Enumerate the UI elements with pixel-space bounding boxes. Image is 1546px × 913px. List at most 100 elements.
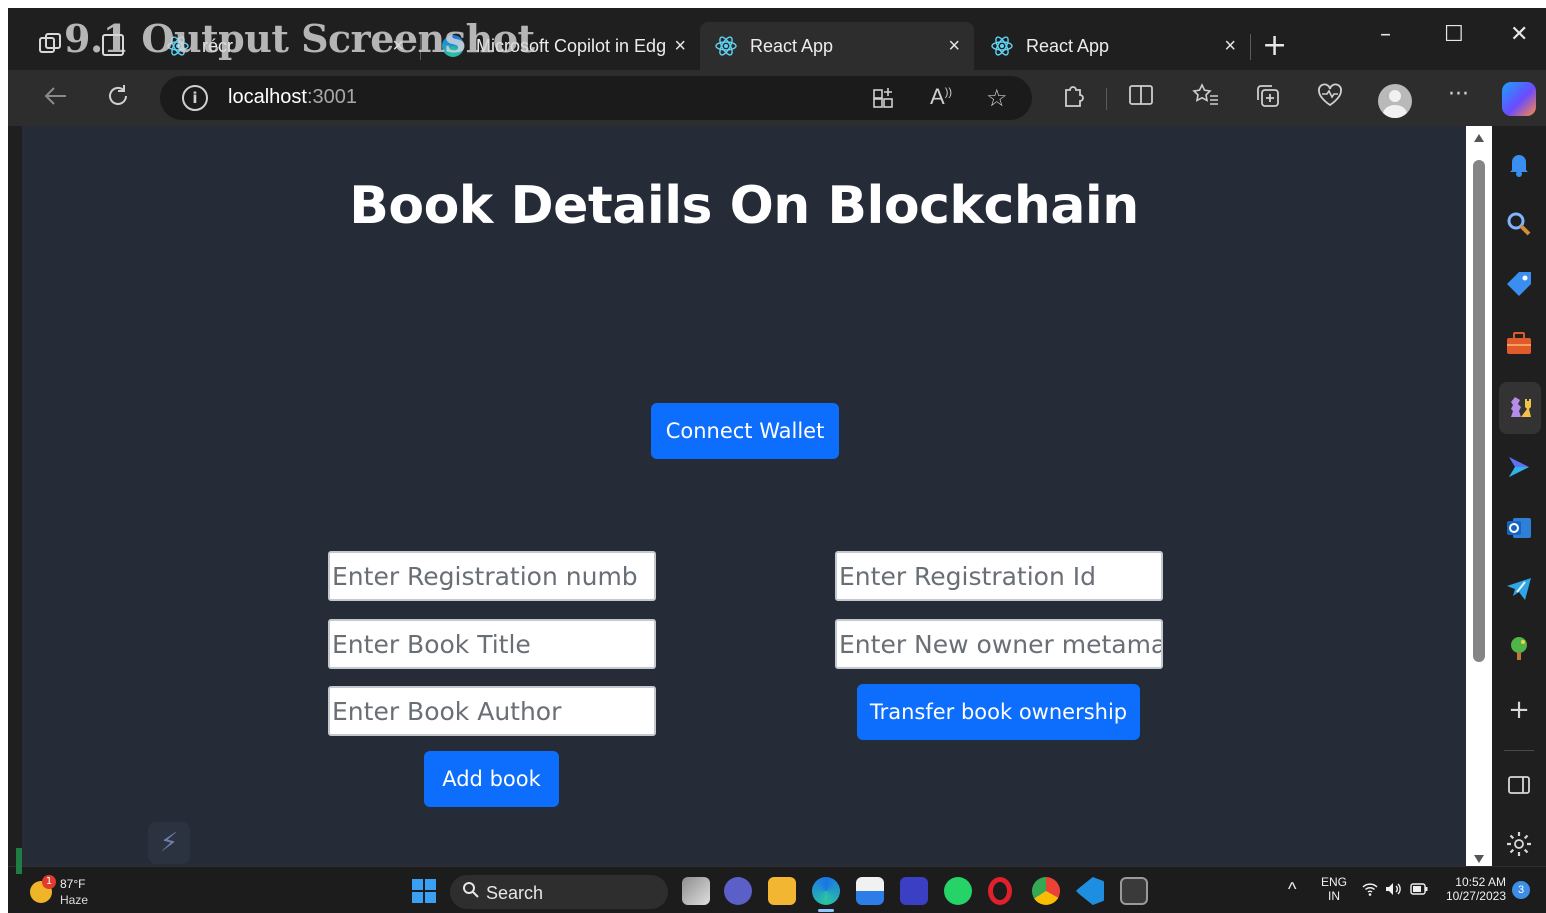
tab-strip: récr × Microsoft Copilot in Edg × React …: [8, 8, 1546, 70]
tab-close-icon[interactable]: ×: [948, 35, 960, 58]
tab-react-app[interactable]: React App ×: [976, 22, 1250, 70]
read-aloud-icon[interactable]: A)): [930, 84, 952, 110]
gear-icon[interactable]: [1503, 828, 1535, 860]
registration-number-input[interactable]: [328, 551, 656, 601]
sidebar-separator: [1504, 750, 1534, 751]
lightning-bolt-icon[interactable]: ⚡: [148, 822, 190, 864]
system-clock[interactable]: 10:52 AM 10/27/2023: [1438, 875, 1506, 903]
teams-chat-icon[interactable]: [724, 877, 752, 905]
file-explorer-icon[interactable]: [768, 877, 796, 905]
active-app-indicator: [818, 909, 834, 912]
language-indicator[interactable]: ENG IN: [1320, 875, 1348, 903]
chrome-icon[interactable]: [1032, 877, 1060, 905]
toolbar-separator: [1106, 88, 1107, 110]
page-scrollbar[interactable]: [1466, 126, 1492, 871]
language-code: ENG: [1320, 875, 1347, 889]
profile-avatar[interactable]: [1378, 84, 1412, 118]
favorites-icon[interactable]: [1192, 82, 1220, 115]
tree-icon[interactable]: [1503, 632, 1535, 664]
windows-taskbar: 1 87°F Haze Search ^ ENG IN 10:52 AM 10/…: [8, 866, 1546, 913]
add-book-button[interactable]: Add book: [424, 751, 559, 807]
url-host: localhost: [228, 86, 307, 108]
more-options-icon[interactable]: ···: [1448, 80, 1469, 110]
split-screen-icon[interactable]: [1128, 82, 1154, 115]
registration-id-input[interactable]: [835, 551, 1163, 601]
scrollbar-thumb[interactable]: [1473, 160, 1485, 662]
close-window-button[interactable]: ✕: [1510, 22, 1528, 47]
url-port: :3001: [306, 86, 357, 108]
tab-separator: [1250, 34, 1251, 60]
collections-icon[interactable]: [1254, 82, 1282, 117]
tray-chevron-icon[interactable]: ^: [1288, 879, 1296, 900]
battery-icon[interactable]: [1410, 882, 1428, 901]
scroll-up-arrow-icon[interactable]: [1474, 134, 1484, 142]
task-view-icon[interactable]: [682, 877, 710, 905]
clock-date: 10/27/2023: [1445, 889, 1506, 903]
connect-wallet-button[interactable]: Connect Wallet: [651, 403, 839, 459]
visual-studio-icon[interactable]: [900, 877, 928, 905]
react-icon: [991, 36, 1013, 56]
copilot-icon[interactable]: [1503, 451, 1535, 483]
site-info-icon[interactable]: i: [182, 85, 208, 111]
weather-widget[interactable]: 1 87°F Haze: [26, 875, 106, 909]
tab-close-icon[interactable]: ×: [674, 35, 686, 58]
taskbar-search[interactable]: Search: [450, 875, 668, 909]
favorite-star-icon[interactable]: ☆: [986, 84, 1008, 112]
refresh-icon[interactable]: [104, 82, 132, 117]
new-tab-button[interactable]: +: [1262, 28, 1287, 63]
microsoft-store-icon[interactable]: [856, 877, 884, 905]
briefcase-icon[interactable]: [1503, 328, 1535, 360]
tab-close-icon[interactable]: ×: [1224, 35, 1236, 58]
tab-label: React App: [1026, 35, 1110, 56]
new-owner-address-input[interactable]: [835, 619, 1163, 669]
address-url[interactable]: localhost:3001: [228, 86, 357, 109]
weather-condition: Haze: [60, 893, 89, 907]
window-margin: [0, 0, 8, 913]
maximize-button[interactable]: ☐: [1444, 22, 1464, 47]
back-arrow-icon[interactable]: [42, 82, 70, 117]
page-viewport: Book Details On Blockchain Connect Walle…: [22, 126, 1466, 871]
transfer-ownership-button[interactable]: Transfer book ownership: [857, 684, 1140, 740]
tag-icon[interactable]: [1503, 268, 1535, 300]
plus-icon[interactable]: +: [1503, 694, 1535, 726]
volume-icon[interactable]: [1384, 881, 1402, 902]
book-author-input[interactable]: [328, 686, 656, 736]
opera-icon[interactable]: [988, 877, 1012, 905]
windows-start-icon[interactable]: [412, 879, 436, 903]
clock-time: 10:52 AM: [1455, 875, 1506, 889]
browser-essentials-icon[interactable]: [1316, 82, 1344, 115]
whatsapp-icon[interactable]: [944, 877, 972, 905]
address-bar[interactable]: i localhost:3001 A)) ☆: [160, 76, 1032, 120]
scroll-down-arrow-icon[interactable]: [1474, 855, 1484, 863]
outlook-icon[interactable]: [1503, 512, 1535, 544]
copilot-icon[interactable]: [1502, 82, 1536, 116]
edge-sidebar: +: [1492, 126, 1546, 871]
search-icon[interactable]: [1503, 208, 1535, 240]
edge-browser-icon[interactable]: [812, 877, 840, 905]
minimize-button[interactable]: –: [1380, 22, 1391, 47]
bell-icon[interactable]: [1503, 148, 1535, 180]
document-caption-overlay: 9.1 Output Screenshot: [64, 16, 535, 61]
book-title-input[interactable]: [328, 619, 656, 669]
extensions-icon[interactable]: [1060, 82, 1086, 117]
language-region: IN: [1328, 889, 1340, 903]
page-title: Book Details On Blockchain: [349, 176, 1139, 236]
window-edge-accent: [16, 848, 22, 874]
notification-badge[interactable]: 3: [1512, 881, 1530, 899]
weather-badge: 1: [42, 875, 56, 889]
terminal-icon[interactable]: [1120, 877, 1148, 905]
taskbar-search-label: Search: [486, 883, 544, 903]
workspaces-icon[interactable]: [38, 32, 64, 56]
sidebar-toggle-icon[interactable]: [1503, 769, 1535, 801]
chess-icon[interactable]: [1503, 391, 1535, 423]
telegram-icon[interactable]: [1503, 572, 1535, 604]
tab-react-app-active[interactable]: React App ×: [700, 22, 974, 70]
app-available-icon[interactable]: [872, 84, 896, 116]
weather-temperature: 87°F: [60, 877, 86, 891]
browser-toolbar: i localhost:3001 A)) ☆ ···: [8, 70, 1546, 126]
tab-label: React App: [750, 35, 834, 56]
wifi-icon[interactable]: [1362, 881, 1378, 902]
react-icon: [715, 36, 737, 56]
vscode-icon[interactable]: [1076, 877, 1104, 905]
browser-window: récr × Microsoft Copilot in Edg × React …: [8, 8, 1546, 913]
